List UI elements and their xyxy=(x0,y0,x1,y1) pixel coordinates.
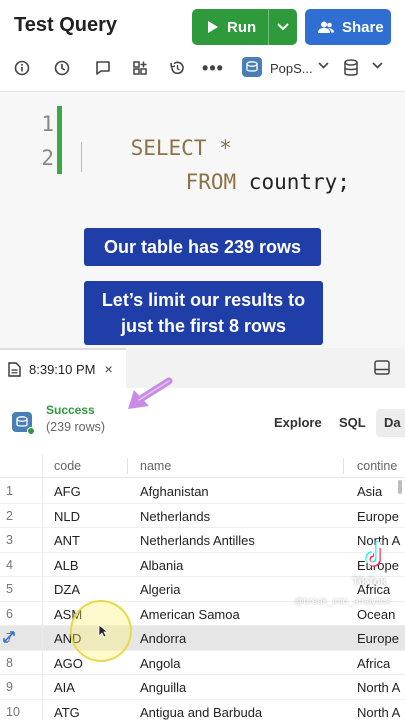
editor-toolbar: ••• PopS... xyxy=(0,52,405,84)
database-badge-icon xyxy=(242,57,262,77)
table-header: code name contine xyxy=(0,454,405,478)
cell-code[interactable]: DZA xyxy=(54,582,124,597)
column-divider[interactable] xyxy=(343,458,344,474)
column-header-continent[interactable]: contine xyxy=(357,459,397,473)
mouse-cursor-icon xyxy=(98,624,108,638)
cell-name[interactable]: Andorra xyxy=(140,631,340,646)
cell-code[interactable]: ATG xyxy=(54,705,124,720)
table-row[interactable]: 1 AFG Afghanistan Asia xyxy=(0,479,405,504)
result-timestamp: 8:39:10 PM xyxy=(29,361,96,377)
widgets-icon[interactable] xyxy=(130,58,150,78)
index-column-divider xyxy=(42,454,43,720)
cell-name[interactable]: Afghanistan xyxy=(140,484,340,499)
row-index[interactable]: 6 xyxy=(6,607,30,621)
cell-name[interactable]: Angola xyxy=(140,656,340,671)
scrollbar-thumb[interactable] xyxy=(398,480,402,494)
users-icon xyxy=(318,21,334,33)
tab-sql[interactable]: SQL xyxy=(339,415,366,430)
cell-code[interactable]: AIA xyxy=(54,680,124,695)
database-name[interactable]: PopS... xyxy=(270,61,313,76)
row-count: (239 rows) xyxy=(46,420,106,434)
document-icon xyxy=(8,361,21,377)
database-icon[interactable] xyxy=(343,59,359,77)
cell-name[interactable]: Antigua and Barbuda xyxy=(140,705,340,720)
status-text: Success xyxy=(46,403,95,417)
results-panel: 8:39:10 PM × Success (239 rows) Explore … xyxy=(0,348,405,720)
pointer-arrow-icon xyxy=(128,377,173,409)
row-index[interactable]: 9 xyxy=(6,680,30,694)
table-row[interactable]: 4 ALB Albania Europe xyxy=(0,552,405,577)
cell-continent[interactable]: Europe xyxy=(357,509,405,524)
cell-name[interactable]: Netherlands xyxy=(140,509,340,524)
tab-explore[interactable]: Explore xyxy=(274,415,322,430)
cell-name[interactable]: Algeria xyxy=(140,582,340,597)
callout-limit-hint: Let’s limit our results to just the firs… xyxy=(84,281,323,345)
row-index[interactable]: 5 xyxy=(6,582,30,596)
tiktok-logo-icon xyxy=(365,541,387,567)
cell-name[interactable]: Netherlands Antilles xyxy=(140,533,340,548)
sql-identifier: country; xyxy=(248,170,350,194)
chevron-down-icon[interactable] xyxy=(318,62,329,69)
line-number: 2 xyxy=(41,146,54,170)
cell-continent[interactable]: Africa xyxy=(357,656,405,671)
restore-icon[interactable] xyxy=(167,58,187,78)
cell-name[interactable]: Anguilla xyxy=(140,680,340,695)
run-button[interactable]: Run xyxy=(192,9,297,45)
row-index[interactable]: 2 xyxy=(6,509,30,523)
query-title[interactable]: Test Query xyxy=(14,14,117,37)
watermark-handle: @break_into_analytics xyxy=(294,596,391,607)
row-index[interactable]: 4 xyxy=(6,558,30,572)
row-index[interactable]: 8 xyxy=(6,656,30,670)
cell-code[interactable]: ANT xyxy=(54,533,124,548)
row-index[interactable]: 1 xyxy=(6,484,30,498)
comment-icon[interactable] xyxy=(93,58,113,78)
table-row[interactable]: 8 AGO Angola Africa xyxy=(0,650,405,675)
run-options-button[interactable] xyxy=(269,23,297,31)
cell-name[interactable]: American Samoa xyxy=(140,607,340,622)
more-dots-icon[interactable]: ••• xyxy=(202,58,224,78)
share-button[interactable]: Share xyxy=(305,9,391,45)
column-header-code[interactable]: code xyxy=(54,459,81,473)
cell-code[interactable]: NLD xyxy=(54,509,124,524)
table-row[interactable]: 3 ANT Netherlands Antilles North A xyxy=(0,528,405,553)
table-row[interactable]: 10 ATG Antigua and Barbuda North A xyxy=(0,699,405,720)
column-header-name[interactable]: name xyxy=(140,459,171,473)
cell-name[interactable]: Albania xyxy=(140,558,340,573)
results-tab[interactable]: 8:39:10 PM × xyxy=(0,348,126,388)
watermark-brand: TikTok xyxy=(352,576,387,588)
code-line-2[interactable]: FROM country; xyxy=(135,146,350,218)
sql-editor[interactable]: 1 2 SELECT * FROM country; Our table has… xyxy=(0,92,405,348)
share-label: Share xyxy=(342,18,384,36)
query-header: Test Query Run Share ••• PopS... xyxy=(0,0,405,92)
history-clock-icon[interactable] xyxy=(52,58,72,78)
cell-code[interactable]: ALB xyxy=(54,558,124,573)
info-icon[interactable] xyxy=(12,58,32,78)
cell-continent[interactable]: North A xyxy=(357,680,405,695)
chevron-down-icon[interactable] xyxy=(372,62,383,69)
tab-data[interactable]: Da xyxy=(376,409,405,437)
success-dot-icon xyxy=(27,427,35,435)
cell-code[interactable]: AFG xyxy=(54,484,124,499)
play-icon xyxy=(208,21,218,33)
line-number: 1 xyxy=(41,112,54,136)
panel-toggle-icon[interactable] xyxy=(374,360,390,375)
row-index[interactable]: 10 xyxy=(6,705,30,719)
modified-lines-marker xyxy=(57,106,62,174)
cell-continent[interactable]: Ocean xyxy=(357,607,405,622)
close-icon[interactable]: × xyxy=(105,361,113,377)
run-label: Run xyxy=(227,18,257,36)
column-divider[interactable] xyxy=(127,458,128,474)
indent-guide xyxy=(81,142,82,172)
expand-row-icon[interactable] xyxy=(2,630,16,644)
sql-keyword: FROM xyxy=(185,170,249,194)
table-row[interactable]: 9 AIA Anguilla North A xyxy=(0,675,405,700)
cell-continent[interactable]: North A xyxy=(357,705,405,720)
row-index[interactable]: 3 xyxy=(6,533,30,547)
cell-continent[interactable]: Europe xyxy=(357,631,405,646)
table-row[interactable]: 7 AND Andorra Europe xyxy=(0,626,405,651)
callout-row-count: Our table has 239 rows xyxy=(84,228,321,266)
table-row[interactable]: 2 NLD Netherlands Europe xyxy=(0,503,405,528)
chevron-down-icon xyxy=(277,23,289,31)
